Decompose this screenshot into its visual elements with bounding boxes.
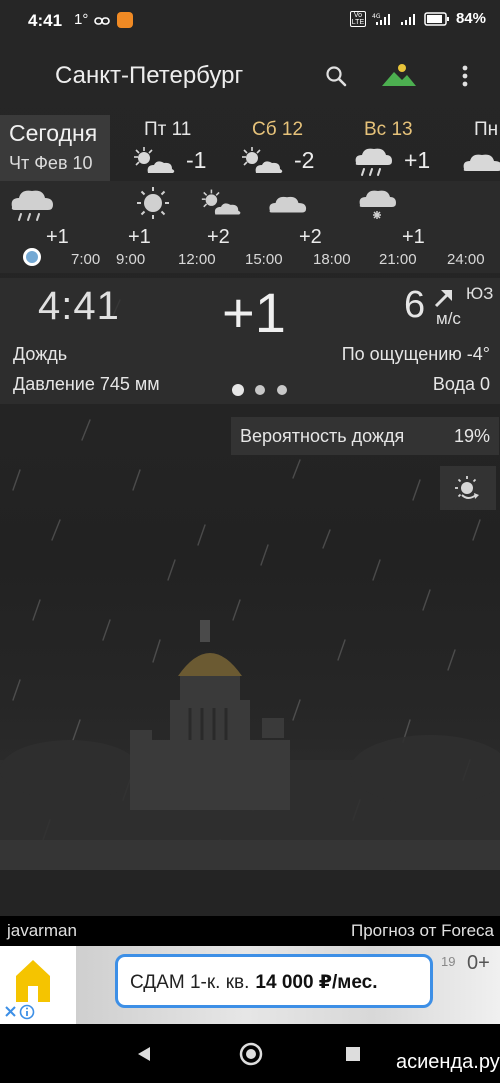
day-name: Пт 11 xyxy=(144,119,192,140)
photo-author[interactable]: javarman xyxy=(7,921,77,941)
daily-forecast-strip: Сегодня Чт Фев 10 Пт 11 -1 Сб 12 -2 Вс 1… xyxy=(0,115,500,181)
signal-4g-icon: 4G xyxy=(372,13,390,25)
day-name: Вс 13 xyxy=(364,119,413,140)
link-icon xyxy=(94,14,110,32)
day-item[interactable]: Вс 13 +1 xyxy=(350,115,445,181)
landscape-icon[interactable] xyxy=(380,62,418,93)
hourly-time: 15:00 xyxy=(245,251,283,268)
rain-probability-label: Вероятность дождя xyxy=(240,426,405,446)
cloud-icon xyxy=(266,189,308,220)
hourly-time: 18:00 xyxy=(313,251,351,268)
hourly-time: 24:00 xyxy=(447,251,485,268)
app-toolbar: Санкт-Петербург xyxy=(0,40,500,112)
rain-cloud-icon xyxy=(352,143,394,184)
status-temp: 1° xyxy=(74,11,89,28)
partly-cloudy-icon xyxy=(198,187,244,224)
more-vert-icon[interactable] xyxy=(460,64,470,93)
day-temp: -2 xyxy=(294,147,315,173)
city-title[interactable]: Санкт-Петербург xyxy=(55,62,243,90)
page-dot xyxy=(255,385,265,395)
ad-price: 14 000 ₽/мес. xyxy=(255,972,378,993)
hourly-time: 21:00 xyxy=(379,251,417,268)
day-name: Сб 12 xyxy=(252,119,304,140)
forecast-provider[interactable]: Прогноз от Foreca xyxy=(351,921,494,941)
ad-offer: СДАМ 1-к. кв. xyxy=(130,972,250,993)
hourly-temp: +2 xyxy=(299,226,322,248)
app-notification-icon xyxy=(117,12,133,28)
today-title: Сегодня xyxy=(9,120,98,146)
hourly-time: 9:00 xyxy=(116,251,146,268)
sun-moon-button[interactable] xyxy=(440,466,496,510)
ad-message[interactable]: СДАМ 1-к. кв. 14 000 ₽/мес. xyxy=(115,954,433,1008)
hourly-time: 12:00 xyxy=(178,251,216,268)
sunrise-icon xyxy=(454,475,482,506)
page-indicator[interactable] xyxy=(232,383,292,396)
status-time: 4:41 xyxy=(28,11,63,30)
wind-speed: 6 xyxy=(404,284,426,326)
back-icon[interactable] xyxy=(136,1045,152,1068)
recents-icon[interactable] xyxy=(345,1046,361,1067)
current-temp: +1 xyxy=(222,281,286,344)
signal-icon xyxy=(400,13,415,25)
hourly-temp: +1 xyxy=(46,226,69,248)
water-temp: Вода 0 xyxy=(432,374,490,394)
home-icon[interactable] xyxy=(239,1042,263,1071)
day-temp: -1 xyxy=(186,147,207,173)
cloud-icon xyxy=(460,147,500,178)
sun-icon xyxy=(136,186,170,225)
pressure: Давление 745 мм xyxy=(13,374,160,394)
svg-text:4G: 4G xyxy=(372,13,381,20)
today-tab[interactable]: Сегодня Чт Фев 10 xyxy=(0,115,110,181)
hourly-forecast[interactable]: +1 +1 +2 +2 +1 7:00 9:00 12:00 15:00 18:… xyxy=(0,181,500,273)
hourly-temp: +1 xyxy=(128,226,151,248)
ad-text: СДАМ 1-к. кв. 14 000 ₽/мес. xyxy=(130,971,378,994)
wind-unit: м/с xyxy=(436,309,461,328)
search-icon[interactable] xyxy=(324,64,348,93)
snow-cloud-icon xyxy=(356,187,398,228)
battery-icon xyxy=(424,11,449,26)
watermark: асиенда.ру xyxy=(396,1051,500,1073)
wind-direction: ЮЗ xyxy=(466,284,494,303)
today-date: Чт Фев 10 xyxy=(9,153,93,173)
current-time: 4:41 xyxy=(38,284,120,328)
day-item[interactable]: Пт 11 -1 xyxy=(128,115,218,181)
current-conditions-panel[interactable]: 4:41 +1 6 ЮЗ м/с Дождь По ощущению -4° Д… xyxy=(0,278,500,404)
partly-cloudy-icon xyxy=(238,145,286,182)
page-dot xyxy=(277,385,287,395)
battery-percent: 84% xyxy=(455,10,486,27)
credits-bar: javarman Прогноз от Foreca xyxy=(0,916,500,946)
hourly-time: 7:00 xyxy=(71,251,101,268)
ad-side-number: 19 xyxy=(441,954,456,969)
partly-cloudy-icon xyxy=(130,145,178,182)
feels-like: По ощущению -4° xyxy=(341,344,490,364)
rain-probability: Вероятность дождя 19% xyxy=(231,417,499,455)
current-time-marker xyxy=(23,248,41,266)
ad-age-rating: 0+ xyxy=(467,952,490,974)
page-dot xyxy=(232,384,244,396)
day-item[interactable]: Сб 12 -2 xyxy=(238,115,328,181)
ad-banner[interactable]: СДАМ 1-к. кв. 14 000 ₽/мес. 19 0+ xyxy=(0,946,500,1024)
rain-cloud-icon xyxy=(8,185,56,230)
volte-icon: Vo LTE xyxy=(349,10,366,27)
day-temp: +1 xyxy=(404,147,431,173)
hourly-temp: +1 xyxy=(402,226,425,248)
hourly-temp: +2 xyxy=(207,226,230,248)
condition-text: Дождь xyxy=(13,344,68,364)
day-item[interactable]: Пн xyxy=(458,115,500,181)
status-bar: 4:41 1° Vo LTE 4G 84% xyxy=(0,0,500,40)
rain-probability-value: 19% xyxy=(453,426,490,446)
ad-close-icon[interactable] xyxy=(4,1004,36,1024)
day-name: Пн xyxy=(474,119,499,140)
